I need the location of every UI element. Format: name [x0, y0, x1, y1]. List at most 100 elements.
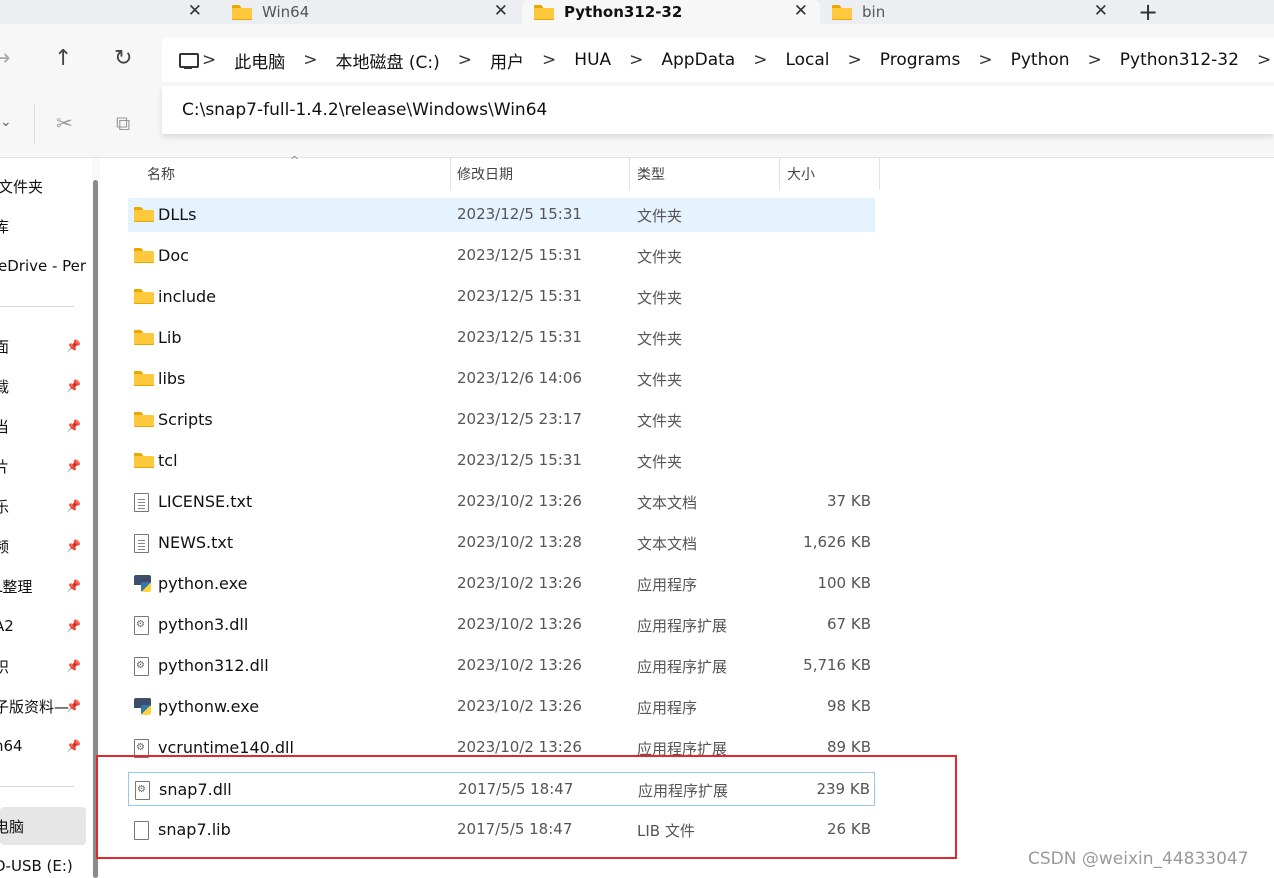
breadcrumb-separator[interactable]: > — [458, 50, 472, 70]
column-header-size[interactable]: 大小 — [787, 158, 815, 190]
sidebar-item-pinned-folder[interactable]: n64 📌 — [0, 731, 86, 761]
breadcrumb-separator[interactable]: > — [542, 50, 556, 70]
column-divider[interactable] — [450, 158, 451, 190]
sidebar-item-this-pc[interactable]: 电脑 — [0, 807, 86, 845]
pin-icon: 📌 — [66, 499, 81, 513]
file-row[interactable]: python.exe 2023/10/2 13:26 应用程序 100 KB — [128, 567, 875, 601]
tab-strip: ✕ Win64 ✕ Python312-32 ✕ bin ✕ + — [0, 0, 1274, 26]
tab-close-icon[interactable]: ✕ — [188, 1, 202, 21]
breadcrumb-separator[interactable]: > — [629, 50, 643, 70]
file-name: Lib — [158, 328, 182, 347]
highlight-box — [96, 755, 957, 859]
file-modified-date: 2023/12/5 15:31 — [457, 205, 582, 223]
file-name: DLLs — [158, 205, 197, 224]
pin-icon: 📌 — [66, 739, 81, 753]
breadcrumb-item[interactable]: Python — [1011, 50, 1070, 70]
column-header-type[interactable]: 类型 — [637, 158, 665, 190]
folder-icon — [134, 412, 154, 431]
sidebar-item-pictures[interactable]: 片 📌 — [0, 451, 86, 481]
breadcrumb-item[interactable]: 用户 — [490, 48, 524, 73]
file-row[interactable]: tcl 2023/12/5 15:31 文件夹 — [128, 444, 875, 478]
column-divider[interactable] — [629, 158, 630, 190]
file-row[interactable]: libs 2023/12/6 14:06 文件夹 — [128, 362, 875, 396]
column-header-date[interactable]: 修改日期 — [457, 158, 513, 190]
address-suggestion-text: C:\snap7-full-1.4.2\release\Windows\Win6… — [182, 100, 548, 120]
tab-win64[interactable]: Win64 ✕ — [222, 0, 520, 24]
address-suggestion[interactable]: C:\snap7-full-1.4.2\release\Windows\Win6… — [162, 86, 1274, 134]
file-type: 文件夹 — [637, 289, 683, 307]
sidebar-item-pinned-folder[interactable]: A2 📌 — [0, 611, 86, 641]
breadcrumb[interactable]: > 此电脑 > 本地磁盘 (C:) > 用户 > HUA > AppData >… — [162, 38, 1274, 82]
sidebar-item-label: 当 — [0, 417, 10, 436]
sidebar-item-downloads[interactable]: 载 📌 — [0, 371, 86, 401]
breadcrumb-separator[interactable]: > — [202, 50, 216, 70]
tab-close-icon[interactable]: ✕ — [1094, 1, 1108, 21]
copy-icon[interactable]: ⧉ — [116, 111, 130, 135]
tab-0[interactable]: ✕ — [0, 0, 222, 24]
file-size: 5,716 KB — [803, 656, 871, 674]
pin-icon: 📌 — [66, 379, 81, 393]
breadcrumb-item[interactable]: Programs — [880, 50, 961, 70]
file-type: 文件夹 — [637, 207, 683, 225]
file-row[interactable]: NEWS.txt 2023/10/2 13:28 文本文档 1,626 KB — [128, 526, 875, 560]
tab-python312-32[interactable]: Python312-32 ✕ — [522, 0, 820, 24]
folder-icon — [134, 207, 154, 226]
breadcrumb-item[interactable]: 本地磁盘 (C:) — [336, 48, 440, 73]
file-row[interactable]: LICENSE.txt 2023/10/2 13:26 文本文档 37 KB — [128, 485, 875, 519]
file-row[interactable]: Lib 2023/12/5 15:31 文件夹 — [128, 321, 875, 355]
breadcrumb-item[interactable]: 此电脑 — [234, 48, 285, 73]
breadcrumb-separator[interactable]: > — [303, 50, 317, 70]
refresh-button[interactable]: ↻ — [114, 46, 132, 71]
sidebar-item-pinned-folder[interactable]: 子版资料— 📌 — [0, 691, 86, 721]
tab-close-icon[interactable]: ✕ — [494, 1, 508, 21]
file-type: 应用程序 — [637, 576, 698, 594]
file-type: 文件夹 — [637, 248, 683, 266]
sidebar-item-pinned-folder[interactable]: 识 📌 — [0, 651, 86, 681]
breadcrumb-separator[interactable]: > — [1257, 50, 1271, 70]
file-modified-date: 2023/10/2 13:28 — [457, 533, 582, 551]
file-size: 98 KB — [827, 697, 871, 715]
file-row[interactable]: Scripts 2023/12/5 23:17 文件夹 — [128, 403, 875, 437]
tab-bin[interactable]: bin ✕ — [822, 0, 1120, 24]
dll-file-icon — [134, 657, 149, 680]
breadcrumb-item[interactable]: HUA — [574, 50, 611, 70]
up-button[interactable]: ↑ — [54, 46, 72, 71]
file-row[interactable]: include 2023/12/5 15:31 文件夹 — [128, 280, 875, 314]
sidebar-item-label: 子版资料— — [0, 697, 70, 716]
file-row[interactable]: Doc 2023/12/5 15:31 文件夹 — [128, 239, 875, 273]
breadcrumb-item[interactable]: Python312-32 — [1120, 50, 1239, 70]
column-divider[interactable] — [879, 158, 880, 190]
sidebar-item-documents[interactable]: 当 📌 — [0, 411, 86, 441]
file-modified-date: 2023/10/2 13:26 — [457, 615, 582, 633]
file-row[interactable]: DLLs 2023/12/5 15:31 文件夹 — [128, 198, 875, 232]
sidebar-item-pinned-folder[interactable]: L整理 📌 — [0, 571, 86, 601]
sidebar-item-videos[interactable]: 频 📌 — [0, 531, 86, 561]
forward-button[interactable]: → — [0, 46, 10, 71]
file-modified-date: 2023/12/6 14:06 — [457, 369, 582, 387]
sidebar-item-label: 识 — [0, 657, 10, 676]
sidebar-item-onedrive[interactable]: eDrive - Per — [0, 251, 86, 281]
breadcrumb-separator[interactable]: > — [848, 50, 862, 70]
sidebar-item-usb-drive[interactable]: D-USB (E:) — [0, 851, 86, 878]
breadcrumb-separator[interactable]: > — [1088, 50, 1102, 70]
breadcrumb-item[interactable]: AppData — [661, 50, 735, 70]
sidebar-item-folders[interactable]: 文件夹 — [0, 171, 86, 201]
scissors-icon[interactable]: ✂ — [56, 111, 73, 135]
sidebar-item-label: 片 — [0, 457, 10, 476]
sidebar-item-music[interactable]: 乐 📌 — [0, 491, 86, 521]
tab-label: Python312-32 — [564, 3, 683, 21]
breadcrumb-separator[interactable]: > — [978, 50, 992, 70]
sidebar-item-libraries[interactable]: 库 — [0, 211, 86, 241]
breadcrumb-separator[interactable]: > — [753, 50, 767, 70]
new-tab-button[interactable]: + — [1138, 0, 1158, 26]
column-divider[interactable] — [779, 158, 780, 190]
file-row[interactable]: python3.dll 2023/10/2 13:26 应用程序扩展 67 KB — [128, 608, 875, 642]
sidebar-item-desktop[interactable]: 面 📌 — [0, 331, 86, 361]
toolbar-divider — [34, 104, 35, 144]
tab-close-icon[interactable]: ✕ — [794, 1, 808, 21]
file-row[interactable]: python312.dll 2023/10/2 13:26 应用程序扩展 5,716 … — [128, 649, 875, 683]
chevron-down-icon[interactable]: ⌄ — [0, 114, 12, 130]
breadcrumb-item[interactable]: Local — [785, 50, 829, 70]
file-row[interactable]: pythonw.exe 2023/10/2 13:26 应用程序 98 KB — [128, 690, 875, 724]
column-header-name[interactable]: 名称 — [147, 158, 175, 190]
